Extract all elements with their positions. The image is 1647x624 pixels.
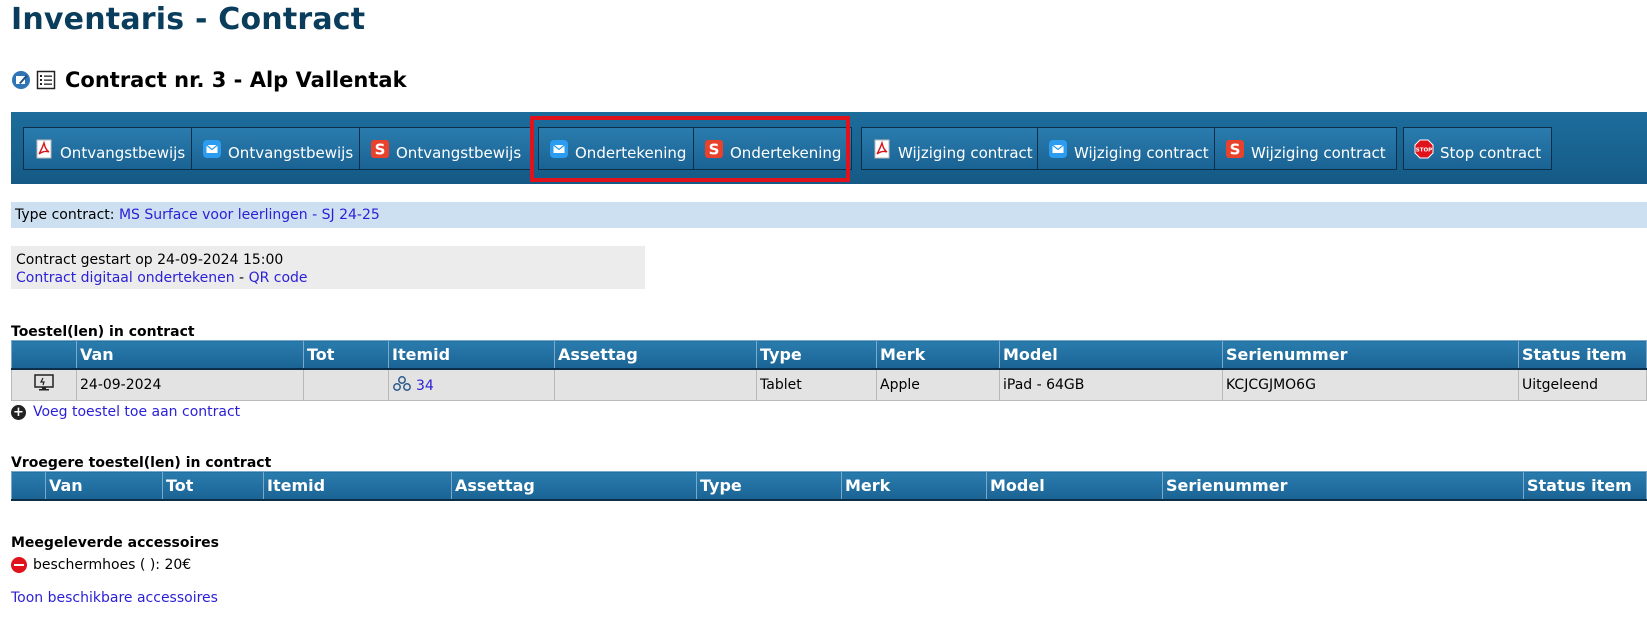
page-title: Inventaris - Contract [11, 2, 366, 37]
itemid-link[interactable]: 34 [416, 378, 434, 394]
change-smartschool-button[interactable]: S Wijziging contract [1214, 127, 1397, 170]
column-header-assettag[interactable]: Assettag [554, 340, 757, 370]
cell-model: iPad - 64GB [999, 368, 1223, 401]
column-header-model[interactable]: Model [999, 340, 1223, 370]
link-separator: - [239, 270, 245, 286]
column-header-icon [11, 340, 77, 370]
show-accessories-link[interactable]: Toon beschikbare accessoires [11, 590, 218, 606]
column-header-van[interactable]: Van [45, 471, 163, 501]
svg-text:STOP: STOP [1416, 147, 1432, 153]
cell-assettag [554, 368, 757, 401]
contract-start-box: Contract gestart op 24-09-2024 15:00 Con… [11, 246, 645, 289]
add-device-link[interactable]: Voeg toestel toe aan contract [33, 404, 240, 420]
change-mail-button[interactable]: Wijziging contract [1037, 127, 1220, 170]
devices-table: Van Tot Itemid Assettag Type Merk Model … [11, 340, 1647, 401]
button-label: Wijziging contract [1251, 143, 1386, 162]
previous-devices-table: Van Tot Itemid Assettag Type Merk Model … [11, 471, 1647, 501]
change-pdf-button[interactable]: Wijziging contract [861, 127, 1044, 170]
cell-merk: Apple [876, 368, 1000, 401]
plus-circle-icon[interactable]: + [11, 404, 26, 420]
cell-itemid: 34 [388, 368, 555, 401]
mail-icon [1049, 139, 1067, 158]
remove-circle-icon[interactable] [11, 557, 27, 573]
svg-text:S: S [375, 140, 386, 158]
devices-section-title: Toestel(len) in contract [11, 324, 195, 340]
column-header-icon [11, 471, 46, 501]
column-header-van[interactable]: Van [76, 340, 304, 370]
accessories-section-title: Meegeleverde accessoires [11, 535, 220, 551]
column-header-merk[interactable]: Merk [841, 471, 987, 501]
edit-icon[interactable] [11, 70, 31, 90]
contract-type-link[interactable]: MS Surface voor leerlingen - SJ 24-25 [119, 207, 380, 223]
column-header-serienummer[interactable]: Serienummer [1162, 471, 1524, 501]
device-cell [11, 368, 77, 401]
column-header-status[interactable]: Status item [1518, 340, 1647, 370]
cell-van: 24-09-2024 [76, 368, 304, 401]
contract-type-row: Type contract: MS Surface voor leerlinge… [11, 202, 1647, 228]
column-header-type[interactable]: Type [696, 471, 842, 501]
button-label: Ontvangstbewijs [228, 143, 354, 162]
previous-devices-section-title: Vroegere toestel(len) in contract [11, 455, 272, 471]
column-header-assettag[interactable]: Assettag [451, 471, 697, 501]
qr-code-link[interactable]: QR code [249, 270, 308, 286]
stop-icon: STOP [1414, 139, 1434, 158]
smartschool-icon: S [371, 139, 389, 158]
computer-icon[interactable] [34, 374, 54, 392]
digital-sign-link[interactable]: Contract digitaal ondertekenen [16, 270, 235, 286]
cell-status: Uitgeleend [1518, 368, 1647, 401]
button-label: Ontvangstbewijs [60, 143, 186, 162]
svg-text:S: S [1230, 140, 1241, 158]
signing-highlight-box [530, 116, 850, 182]
column-header-tot[interactable]: Tot [162, 471, 264, 501]
column-header-type[interactable]: Type [756, 340, 877, 370]
stop-contract-button[interactable]: STOP Stop contract [1403, 127, 1553, 170]
contract-type-label: Type contract: [15, 207, 115, 223]
button-label: Ontvangstbewijs [396, 143, 522, 162]
cell-tot [303, 368, 389, 401]
column-header-merk[interactable]: Merk [876, 340, 1000, 370]
button-label: Stop contract [1440, 143, 1542, 162]
button-label: Wijziging contract [898, 143, 1033, 162]
accessory-text: beschermhoes ( ): 20€ [33, 557, 192, 573]
items-icon [393, 376, 411, 391]
smartschool-icon: S [1226, 139, 1244, 158]
receipt-pdf-button[interactable]: Ontvangstbewijs [23, 127, 197, 170]
column-header-status[interactable]: Status item [1523, 471, 1647, 501]
table-row: 24-09-2024 34 Tablet Apple iPad - 64GB K… [11, 368, 1647, 401]
cell-type: Tablet [756, 368, 877, 401]
table-header-row: Van Tot Itemid Assettag Type Merk Model … [11, 471, 1647, 501]
column-header-serienummer[interactable]: Serienummer [1222, 340, 1519, 370]
column-header-itemid[interactable]: Itemid [263, 471, 452, 501]
contract-title: Contract nr. 3 - Alp Vallentak [65, 68, 407, 92]
receipt-smartschool-button[interactable]: S Ontvangstbewijs [359, 127, 533, 170]
mail-icon [203, 139, 221, 158]
list-icon[interactable] [36, 70, 56, 90]
table-header-row: Van Tot Itemid Assettag Type Merk Model … [11, 340, 1647, 370]
add-device-row: + Voeg toestel toe aan contract [11, 404, 240, 420]
contract-header: Contract nr. 3 - Alp Vallentak [11, 68, 407, 92]
column-header-model[interactable]: Model [986, 471, 1163, 501]
receipt-mail-button[interactable]: Ontvangstbewijs [191, 127, 365, 170]
button-label: Wijziging contract [1074, 143, 1209, 162]
column-header-tot[interactable]: Tot [303, 340, 389, 370]
pdf-icon [874, 139, 890, 158]
column-header-itemid[interactable]: Itemid [388, 340, 555, 370]
contract-start-text: Contract gestart op 24-09-2024 15:00 [16, 252, 284, 268]
pdf-icon [36, 139, 52, 158]
cell-serienummer: KCJCGJMO6G [1222, 368, 1519, 401]
accessory-item: beschermhoes ( ): 20€ [11, 557, 191, 573]
